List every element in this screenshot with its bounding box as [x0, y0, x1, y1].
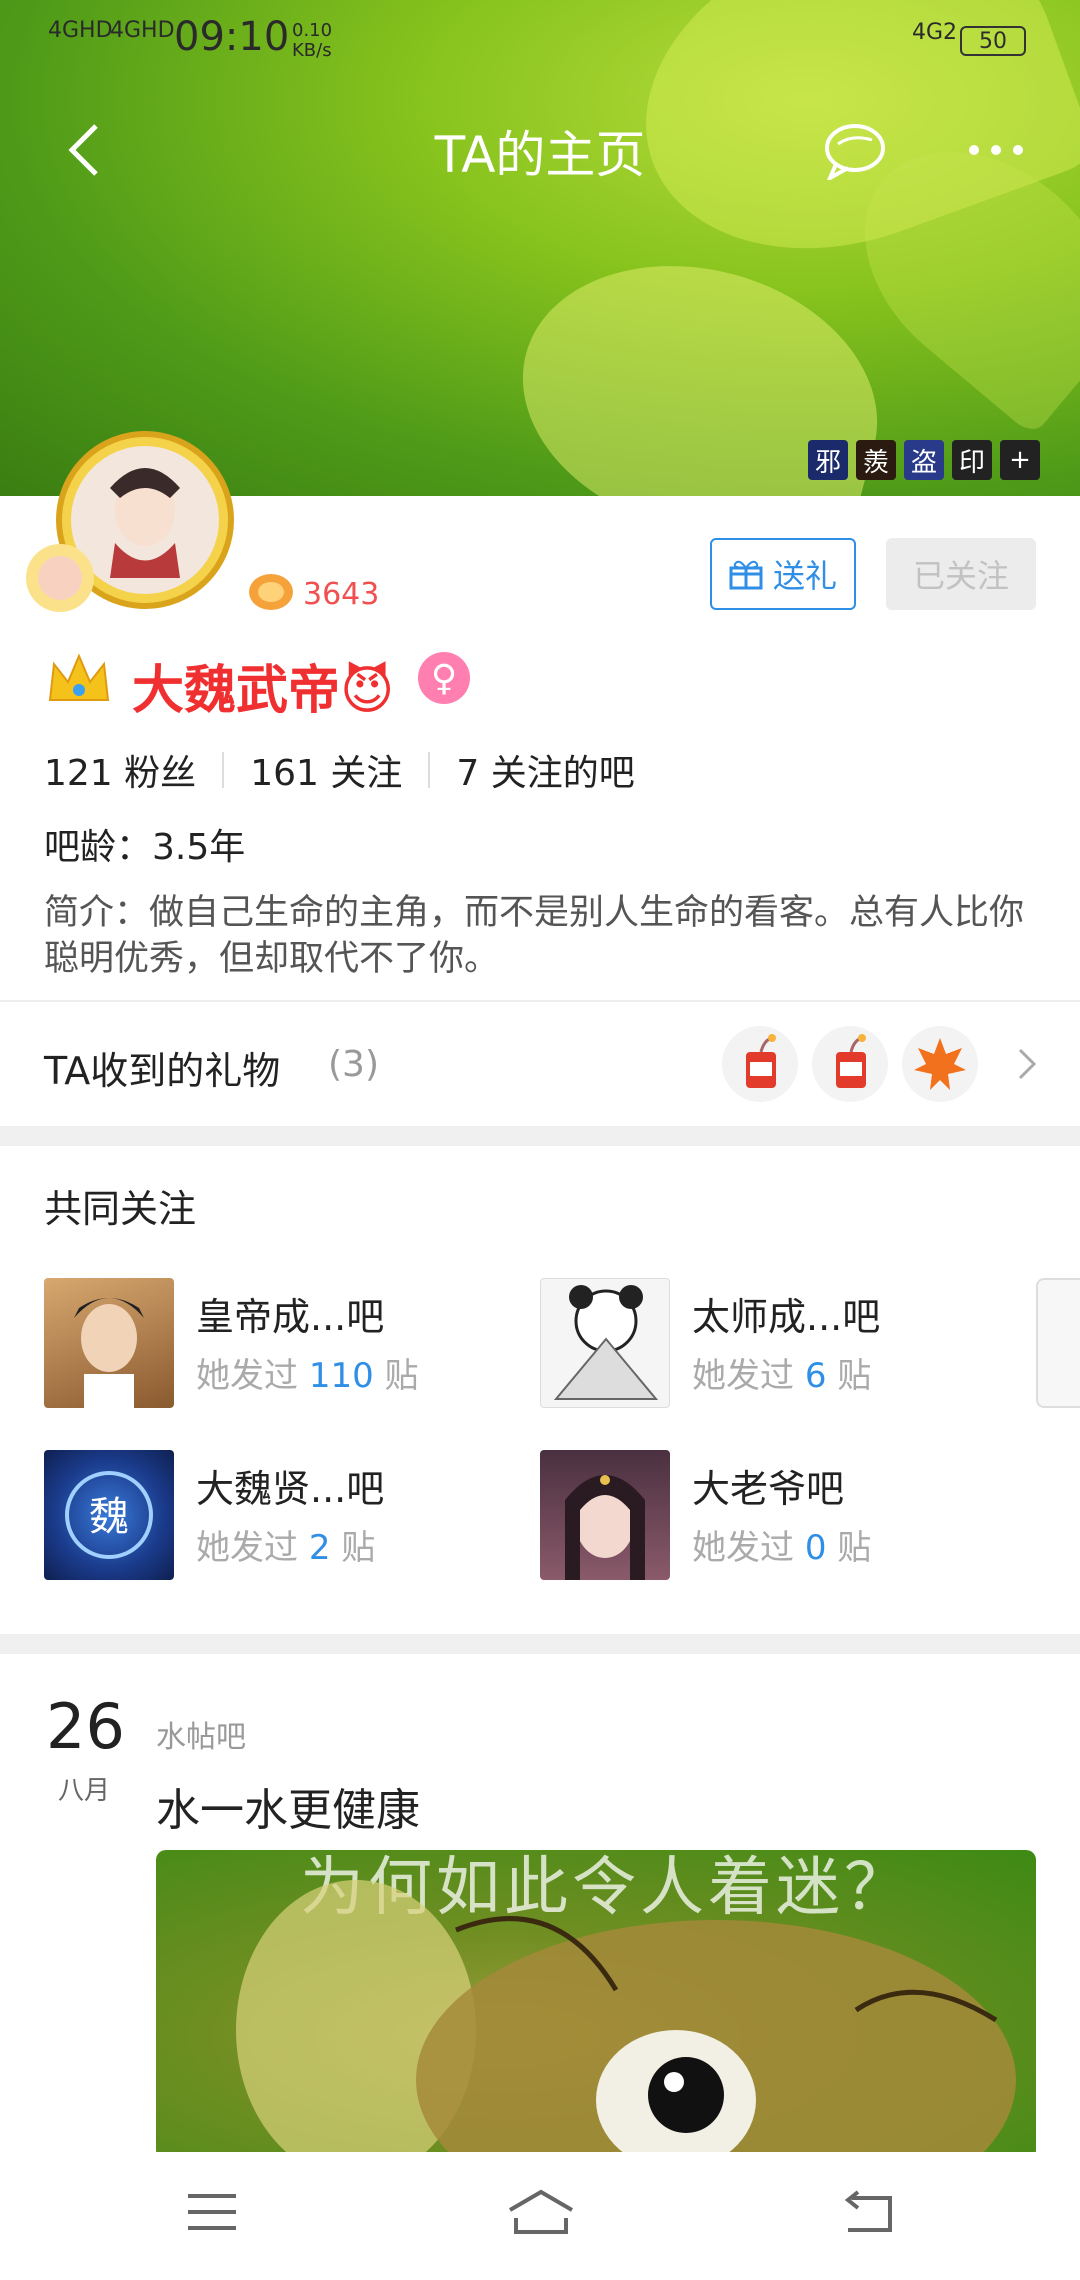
post-prefix: 她发过: [196, 1356, 298, 1396]
followed-bars-stat[interactable]: 7 关注的吧: [456, 744, 634, 796]
post-number: 6: [804, 1356, 827, 1396]
gift-firecracker-icon: [812, 1026, 888, 1102]
post-number: 2: [308, 1528, 331, 1568]
system-nav-bar: [0, 2152, 1080, 2280]
username: 大魏武帝😈: [132, 661, 395, 721]
gift-firecracker-icon: [722, 1026, 798, 1102]
battery-icon: 50: [960, 26, 1026, 56]
bar-avatar: [540, 1450, 670, 1580]
account-age: 吧龄：3.5年: [44, 827, 246, 868]
followed-button[interactable]: 已关注: [886, 538, 1036, 610]
bar-post-count: 她发过 6 贴: [692, 1348, 871, 1397]
message-icon[interactable]: [822, 120, 888, 183]
bar-post-count: 她发过 2 贴: [196, 1520, 375, 1569]
gifts-count: (3): [328, 1044, 379, 1085]
badge-row: 邪 羨 盗 印 +: [808, 440, 1040, 480]
post-title[interactable]: 水一水更健康: [156, 1774, 420, 1838]
avatar[interactable]: [20, 428, 240, 618]
common-follow-title: 共同关注: [44, 1187, 197, 1231]
gender-female-icon: ♀: [418, 652, 470, 704]
gift-button-label: 送礼: [772, 557, 837, 595]
clock: 09:10: [174, 14, 290, 60]
battery-level: 50: [979, 28, 1007, 54]
bar-post-count: 她发过 0 贴: [692, 1520, 871, 1569]
level-icon: [248, 572, 294, 612]
more-bars-peek[interactable]: [1036, 1278, 1080, 1408]
gift-button[interactable]: 送礼: [710, 538, 856, 610]
bar-name: 大老爷吧: [692, 1467, 845, 1511]
level-value: 3643: [303, 577, 380, 612]
post-bar-name[interactable]: 水帖吧: [156, 1712, 246, 1756]
net-speed-value: 0.10: [292, 20, 333, 41]
post-number: 0: [804, 1528, 827, 1568]
following-label: 关注: [330, 753, 403, 794]
bio: 简介：做自己生命的主角，而不是别人生命的看客。总有人比你聪明优秀，但却取代不了你…: [44, 893, 1025, 979]
post-date-day: 26: [46, 1690, 125, 1763]
home-icon[interactable]: [506, 2188, 576, 2236]
following-stat[interactable]: 161 关注: [250, 744, 402, 796]
bar-name: 大魏贤...吧: [196, 1467, 385, 1511]
gender-symbol: ♀: [430, 657, 458, 699]
bar-avatar: 魏: [44, 1450, 174, 1580]
page-title: TA的主页: [434, 126, 646, 184]
chevron-right-icon: [1014, 1046, 1040, 1082]
status-bar: 4GHD 4GHD 09:10 0.10 KB/s 4G2 50: [0, 0, 1080, 80]
network-type: 4G2: [912, 20, 958, 45]
badge-xie: 邪: [808, 440, 848, 480]
section-gap: [0, 1126, 1080, 1146]
fans-stat[interactable]: 121 粉丝: [44, 744, 196, 796]
crown-icon: [46, 650, 112, 706]
post-number: 110: [308, 1356, 374, 1396]
badge-add-icon[interactable]: +: [1000, 440, 1040, 480]
back-nav-icon[interactable]: [842, 2190, 894, 2234]
common-bar-item[interactable]: 魏 大魏贤...吧 她发过 2 贴: [44, 1450, 504, 1580]
stats-row: 121 粉丝 161 关注 7 关注的吧: [44, 744, 635, 796]
post-suffix: 贴: [837, 1528, 872, 1568]
signal-2: 4GHD: [110, 18, 175, 43]
net-speed-unit: KB/s: [292, 40, 332, 61]
bar-avatar: [44, 1278, 174, 1408]
gift-maple-leaf-icon: [902, 1026, 978, 1102]
more-icon[interactable]: [966, 138, 1026, 162]
signal-1: 4GHD: [48, 18, 113, 43]
post-prefix: 她发过: [692, 1528, 794, 1568]
gift-icon: [729, 560, 763, 590]
badge-yin: 印: [952, 440, 992, 480]
svg-text:魏: 魏: [89, 1494, 129, 1540]
common-bar-item[interactable]: 太师成...吧 她发过 6 贴: [540, 1278, 1000, 1408]
following-count: 161: [250, 753, 319, 794]
followed-bars-count: 7: [456, 753, 480, 794]
section-gap: [0, 1634, 1080, 1654]
divider: [428, 752, 431, 788]
post-prefix: 她发过: [196, 1528, 298, 1568]
bar-name: 太师成...吧: [692, 1295, 881, 1339]
post-date-month: 八月: [58, 1776, 111, 1806]
bar-post-count: 她发过 110 贴: [196, 1348, 419, 1397]
post-image[interactable]: 为何如此令人着迷？: [156, 1850, 1036, 2160]
gifts-title: TA收到的礼物: [44, 1049, 281, 1093]
menu-icon[interactable]: [186, 2192, 238, 2232]
badge-dao: 盗: [904, 440, 944, 480]
bar-name: 皇帝成...吧: [196, 1295, 385, 1339]
post-prefix: 她发过: [692, 1356, 794, 1396]
post-suffix: 贴: [341, 1528, 376, 1568]
fans-count: 121: [44, 753, 113, 794]
followed-button-label: 已关注: [912, 557, 1009, 595]
divider: [222, 752, 225, 788]
fans-label: 粉丝: [124, 753, 197, 794]
post-suffix: 贴: [384, 1356, 419, 1396]
common-bar-item[interactable]: 皇帝成...吧 她发过 110 贴: [44, 1278, 504, 1408]
badge-xian: 羨: [856, 440, 896, 480]
post-suffix: 贴: [837, 1356, 872, 1396]
followed-bars-label: 关注的吧: [490, 753, 635, 794]
bar-avatar: [540, 1278, 670, 1408]
common-bar-item[interactable]: 大老爷吧 她发过 0 贴: [540, 1450, 1000, 1580]
